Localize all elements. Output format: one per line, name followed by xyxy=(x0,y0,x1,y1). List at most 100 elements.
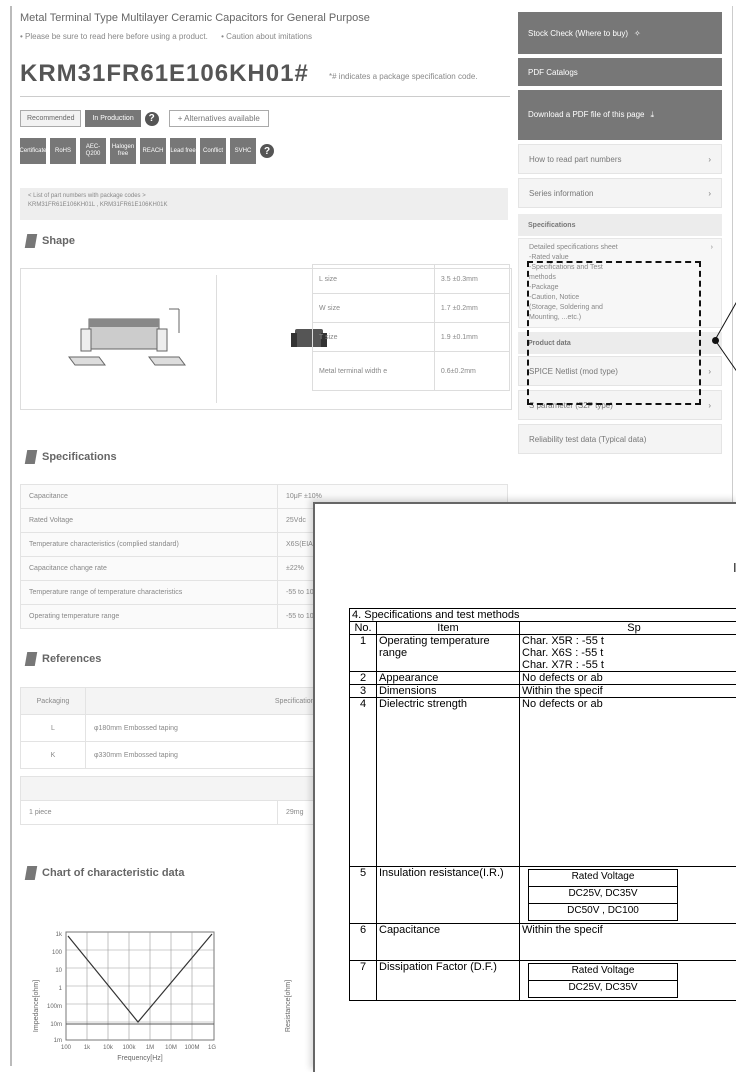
production-badge: In Production xyxy=(85,110,140,127)
x-tick-label: 100 xyxy=(61,1045,72,1051)
spec-line: Char. X6S : -55 t xyxy=(522,647,736,659)
dim-label: Metal terminal width e xyxy=(313,352,435,391)
part-number-note: *# indicates a package specification cod… xyxy=(329,72,478,81)
chevron-right-icon: › xyxy=(711,243,713,253)
read-part-label: How to read part numbers xyxy=(529,155,622,164)
dim-label: T size xyxy=(313,323,435,352)
row-item: Insulation resistance(I.R.) xyxy=(377,867,520,924)
column-header: Packaging xyxy=(21,688,86,715)
download-pdf-label: Download a PDF file of this page xyxy=(528,109,645,121)
recommended-badge: Recommended xyxy=(20,110,81,127)
row-number: 5 xyxy=(350,867,377,924)
row-spec: Rated Voltage DC25V, DC35V xyxy=(520,961,736,1001)
table-row: 6CapacitanceWithin the specif xyxy=(350,924,736,961)
x-tick-labels: 100 1k 10k 100k 1M 10M 100M 1G xyxy=(61,1045,216,1051)
x-tick-label: 1k xyxy=(84,1045,91,1051)
series-label: Series information xyxy=(529,189,593,198)
row-number: 1 xyxy=(350,635,377,672)
y-tick-labels: 1k 100 10 1 100m 10m 1m xyxy=(47,932,63,1044)
references-heading: References xyxy=(26,652,101,666)
section-title: 4. Specifications and test methods xyxy=(350,609,736,622)
divider xyxy=(20,96,510,97)
leaf-icon xyxy=(25,652,37,666)
row-item: Capacitance xyxy=(377,924,520,961)
halogen-free-icon[interactable]: Halogen free xyxy=(110,138,136,164)
series-link[interactable]: Series information› xyxy=(518,178,722,208)
subtable-cell: DC50V , DC100 xyxy=(529,904,678,921)
stock-check-label: Stock Check (Where to buy) xyxy=(528,29,628,38)
row-number: 3 xyxy=(350,685,377,698)
rohs-icon[interactable]: RoHS xyxy=(50,138,76,164)
specifications-title: Specifications xyxy=(42,451,117,463)
references-title: References xyxy=(42,653,101,665)
spec-label: Capacitance change rate xyxy=(21,557,278,581)
table-header-row: No. Item Sp xyxy=(350,622,736,635)
series-title: Metal Terminal Type Multilayer Ceramic C… xyxy=(20,12,370,24)
alternatives-button[interactable]: + Alternatives available xyxy=(169,110,269,127)
datasheet-overlay: I 4. Specifications and test methods No.… xyxy=(313,502,736,1072)
row-number: 2 xyxy=(350,672,377,685)
y-axis-label: Impedance[ohm] xyxy=(33,980,40,1032)
download-pdf-button[interactable]: Download a PDF file of this page ⤓ xyxy=(518,90,722,140)
shape-title: Shape xyxy=(42,235,75,247)
package-code-list[interactable]: KRM31FR61E106KH01L , KRM31FR61E106KH01K xyxy=(28,201,500,210)
x-tick-label: 100M xyxy=(184,1045,199,1051)
x-tick-label: 10M xyxy=(165,1045,177,1051)
table-row: DC25V, DC35V xyxy=(529,887,678,904)
reliability-label: Reliability test data (Typical data) xyxy=(529,435,646,444)
row-item: Appearance xyxy=(377,672,520,685)
read-before-link[interactable]: • Please be sure to read here before usi… xyxy=(20,32,208,41)
x-tick-label: 1G xyxy=(208,1045,216,1051)
table-row: T size1.9 ±0.1mm xyxy=(313,323,510,352)
reach-icon[interactable]: REACH xyxy=(140,138,166,164)
download-icon: ⤓ xyxy=(651,109,655,121)
table-row: Metal terminal width e0.6±0.2mm xyxy=(313,352,510,391)
subtable-header: Rated Voltage xyxy=(529,964,678,981)
spec-test-table: 4. Specifications and test methods No. I… xyxy=(349,608,736,1001)
caution-link[interactable]: • Caution about imitations xyxy=(221,32,312,41)
lead-free-icon[interactable]: Lead free xyxy=(170,138,196,164)
table-row: 5 Insulation resistance(I.R.) Rated Volt… xyxy=(350,867,736,924)
reliability-link[interactable]: Reliability test data (Typical data) xyxy=(518,424,722,454)
ir-subtable: Rated Voltage DC25V, DC35V DC50V , DC100 xyxy=(528,869,678,921)
df-subtable: Rated Voltage DC25V, DC35V xyxy=(528,963,678,998)
stock-check-button[interactable]: Stock Check (Where to buy) ✧ xyxy=(518,12,722,54)
y-tick-label: 1k xyxy=(56,932,63,938)
chart-title: Chart of characteristic data xyxy=(42,867,184,879)
certificate-icon[interactable]: Certificate xyxy=(20,138,46,164)
spec-line: Within the specif xyxy=(520,924,736,961)
row-item: Operating temperature range xyxy=(377,635,520,672)
chevron-right-icon: › xyxy=(708,401,711,410)
dim-label: L size xyxy=(313,265,435,294)
spec-label: Temperature range of temperature charact… xyxy=(21,581,278,605)
help-icon[interactable]: ? xyxy=(260,144,274,158)
table-row: 3DimensionsWithin the specif xyxy=(350,685,736,698)
table-row: L size3.5 ±0.3mm xyxy=(313,265,510,294)
dim-value: 1.9 ±0.1mm xyxy=(434,323,509,352)
row-spec: Rated Voltage DC25V, DC35V DC50V , DC100 xyxy=(520,867,736,924)
y-tick-label: 10 xyxy=(55,968,62,974)
conflict-icon[interactable]: Conflict xyxy=(200,138,226,164)
subtable-cell: DC25V, DC35V xyxy=(529,981,678,998)
dim-value: 0.6±0.2mm xyxy=(434,352,509,391)
y-tick-label: 10m xyxy=(50,1022,62,1028)
column-header: Item xyxy=(377,622,520,635)
x-axis-label: Frequency[Hz] xyxy=(117,1055,163,1062)
x-tick-label: 10k xyxy=(103,1045,114,1051)
spec-line: No defects or ab xyxy=(520,672,736,685)
aec-q200-icon[interactable]: AEC-Q200 xyxy=(80,138,106,164)
x-tick-label: 1M xyxy=(146,1045,154,1051)
read-part-link[interactable]: How to read part numbers› xyxy=(518,144,722,174)
y-tick-label: 100m xyxy=(47,1004,62,1010)
spec-label: Temperature characteristics (complied st… xyxy=(21,533,278,557)
svhc-icon[interactable]: SVHC xyxy=(230,138,256,164)
pdf-catalog-button[interactable]: PDF Catalogs xyxy=(518,58,722,86)
spec-line: Char. X5R : -55 t xyxy=(522,635,736,647)
help-icon[interactable]: ? xyxy=(145,112,159,126)
external-icon: ✧ xyxy=(634,29,641,38)
table-row: Rated Voltage xyxy=(529,870,678,887)
table-row: 2AppearanceNo defects or ab xyxy=(350,672,736,685)
row-item: Dimensions xyxy=(377,685,520,698)
table-row: 1 Operating temperature range Char. X5R … xyxy=(350,635,736,672)
column-header: No. xyxy=(350,622,377,635)
